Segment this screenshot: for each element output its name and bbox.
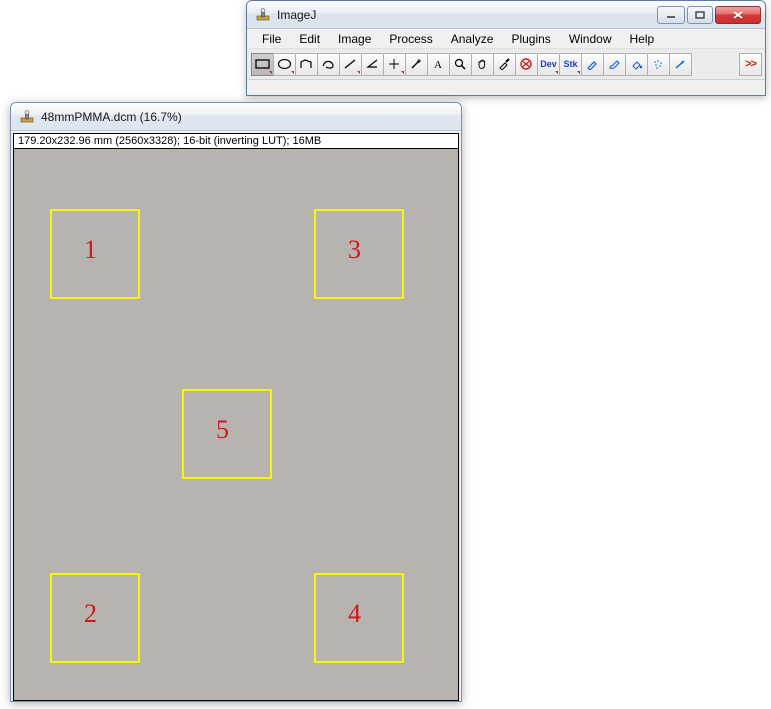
menu-analyze[interactable]: Analyze bbox=[442, 30, 503, 48]
menu-window[interactable]: Window bbox=[560, 30, 621, 48]
image-info-bar: 179.20x232.96 mm (2560x3328); 16-bit (in… bbox=[13, 133, 459, 149]
spray-tool[interactable] bbox=[647, 53, 670, 76]
image-window: 48mmPMMA.dcm (16.7%) 179.20x232.96 mm (2… bbox=[10, 102, 462, 702]
image-info-text: 179.20x232.96 mm (2560x3328); 16-bit (in… bbox=[18, 135, 321, 147]
more-tools-button[interactable]: >> bbox=[739, 53, 762, 76]
dropdown-indicator-icon bbox=[577, 71, 580, 74]
dropdown-indicator-icon bbox=[357, 71, 360, 74]
flood-fill-tool[interactable] bbox=[625, 53, 648, 76]
dev-label: Dev bbox=[540, 59, 557, 69]
imagej-icon bbox=[19, 109, 35, 125]
menu-plugins[interactable]: Plugins bbox=[502, 30, 559, 48]
dropdown-indicator-icon bbox=[555, 71, 558, 74]
imagej-main-window: ImageJ File Edit Image Process Analyze P… bbox=[246, 0, 766, 96]
roi-5-label: 5 bbox=[216, 415, 229, 445]
arrow-tool[interactable] bbox=[669, 53, 692, 76]
oval-tool[interactable] bbox=[273, 53, 296, 76]
point-tool[interactable] bbox=[383, 53, 406, 76]
roi-3-label: 3 bbox=[348, 235, 361, 265]
wand-tool[interactable] bbox=[405, 53, 428, 76]
image-titlebar[interactable]: 48mmPMMA.dcm (16.7%) bbox=[11, 103, 461, 131]
roi-1-label: 1 bbox=[84, 235, 97, 265]
stk-label: Stk bbox=[563, 59, 577, 69]
angle-tool[interactable] bbox=[361, 53, 384, 76]
more-label: >> bbox=[745, 58, 756, 70]
dropdown-indicator-icon bbox=[291, 71, 294, 74]
dropdown-indicator-icon bbox=[269, 71, 272, 74]
text-tool[interactable]: A bbox=[427, 53, 450, 76]
rectangle-tool[interactable] bbox=[251, 53, 274, 76]
minimize-button[interactable] bbox=[657, 6, 685, 24]
stk-menu-tool[interactable]: Stk bbox=[559, 53, 582, 76]
window-title: ImageJ bbox=[277, 8, 655, 22]
menu-image[interactable]: Image bbox=[329, 30, 380, 48]
close-button[interactable] bbox=[715, 6, 761, 24]
freehand-tool[interactable] bbox=[317, 53, 340, 76]
dropper-tool[interactable] bbox=[493, 53, 516, 76]
pencil-tool[interactable] bbox=[581, 53, 604, 76]
magnify-tool[interactable] bbox=[449, 53, 472, 76]
status-bar bbox=[247, 79, 765, 95]
menu-edit[interactable]: Edit bbox=[290, 30, 329, 48]
titlebar[interactable]: ImageJ bbox=[247, 1, 765, 29]
maximize-button[interactable] bbox=[687, 6, 713, 24]
menu-help[interactable]: Help bbox=[621, 30, 664, 48]
abort-tool[interactable] bbox=[515, 53, 538, 76]
toolbar: A Dev Stk bbox=[247, 49, 765, 79]
roi-2-label: 2 bbox=[84, 599, 97, 629]
dropdown-indicator-icon bbox=[401, 71, 404, 74]
hand-tool[interactable] bbox=[471, 53, 494, 76]
dev-menu-tool[interactable]: Dev bbox=[537, 53, 560, 76]
image-window-title: 48mmPMMA.dcm (16.7%) bbox=[41, 110, 457, 124]
svg-text:A: A bbox=[434, 59, 442, 70]
brush-tool[interactable] bbox=[603, 53, 626, 76]
menu-file[interactable]: File bbox=[253, 30, 290, 48]
menu-process[interactable]: Process bbox=[380, 30, 441, 48]
image-canvas[interactable]: 1 3 5 2 4 bbox=[13, 149, 459, 701]
polygon-tool[interactable] bbox=[295, 53, 318, 76]
window-controls bbox=[655, 6, 761, 24]
roi-4-label: 4 bbox=[348, 599, 361, 629]
menubar: File Edit Image Process Analyze Plugins … bbox=[247, 29, 765, 49]
line-tool[interactable] bbox=[339, 53, 362, 76]
imagej-icon bbox=[255, 7, 271, 23]
